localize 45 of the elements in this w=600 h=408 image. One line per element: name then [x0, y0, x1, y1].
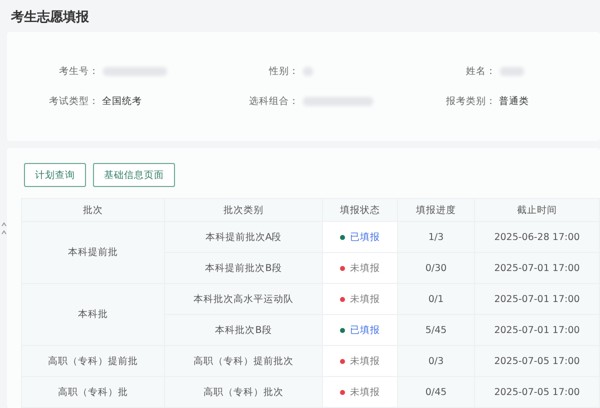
field-value: 全国统考	[102, 94, 142, 108]
field-label: 考试类型：	[48, 94, 99, 108]
table-cell: 本科提前批次A段	[164, 222, 322, 252]
table-cell: 高职（专科）批次	[164, 376, 322, 408]
table-cell: 0/30	[398, 252, 474, 284]
page-title: 考生志愿填报	[10, 8, 90, 27]
table-cell: 0/45	[398, 376, 474, 408]
field-label: 考生号：	[58, 64, 99, 78]
field-label: 性别：	[268, 64, 299, 78]
collapse-icon[interactable]	[1, 222, 7, 236]
field-label: 选科组合：	[248, 94, 299, 108]
column-header: 批次类别	[164, 198, 322, 222]
table-cell: 5/45	[398, 314, 474, 346]
table-cell: 本科提前批	[22, 222, 164, 284]
column-header: 批次	[22, 198, 164, 222]
table-cell: 0/1	[398, 284, 474, 314]
table-cell: 高职（专科）提前批	[22, 346, 164, 376]
status-text: 未填报	[350, 354, 380, 368]
table-cell: 2025-07-01 17:00	[474, 314, 600, 346]
field-label: 姓名：	[465, 64, 496, 78]
column-header: 截止时间	[474, 198, 600, 222]
table-cell: 本科批次高水平运动队	[164, 284, 322, 314]
column-header: 填报进度	[398, 198, 474, 222]
table-cell: 本科提前批次B段	[164, 252, 322, 284]
table-cell: 2025-07-01 17:00	[474, 252, 600, 284]
table-cell: 本科批	[22, 284, 164, 346]
table-cell: 高职（专科）提前批次	[164, 346, 322, 376]
status-text: 未填报	[350, 292, 380, 306]
outline-button[interactable]: 计划查询	[24, 163, 86, 187]
table-cell: 1/3	[398, 222, 474, 252]
table-cell: 高职（专科）批	[22, 376, 164, 408]
status-text: 未填报	[350, 262, 380, 274]
column-header: 填报状态	[322, 198, 398, 222]
table-cell: 本科批次B段	[164, 314, 322, 346]
table-cell: 2025-07-05 17:00	[474, 346, 600, 376]
table-cell: 2025-07-05 17:00	[474, 376, 600, 408]
outline-button[interactable]: 基础信息页面	[93, 163, 175, 187]
status-text: 已填报	[350, 324, 380, 336]
table-cell: 0/3	[398, 346, 474, 376]
status-text: 已填报	[350, 230, 380, 244]
field-label: 报考类别：	[445, 94, 496, 108]
status-text: 未填报	[350, 386, 380, 398]
field-value: 普通类	[499, 94, 529, 108]
table-cell: 2025-06-28 17:00	[474, 222, 600, 252]
table-cell: 2025-07-01 17:00	[474, 284, 600, 314]
